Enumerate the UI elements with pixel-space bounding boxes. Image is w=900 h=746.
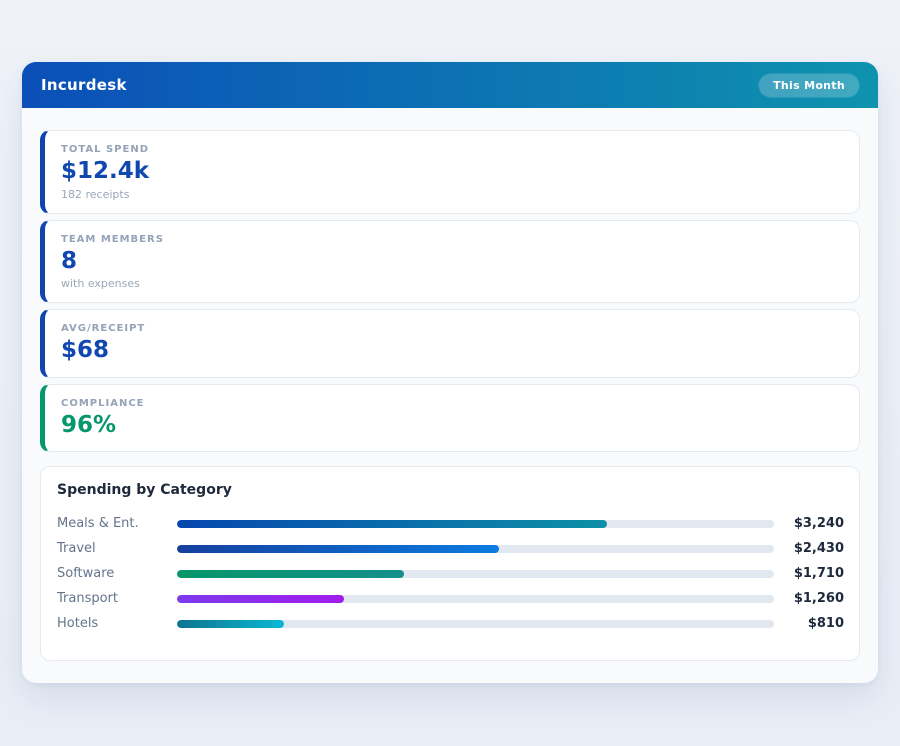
spending-by-category-card: Spending by Category Meals & Ent. $3,240…	[40, 466, 860, 661]
spending-card-title: Spending by Category	[57, 482, 844, 498]
category-row-travel: Travel $2,430	[57, 536, 844, 561]
app-header: Incurdesk This Month	[22, 62, 878, 108]
stat-value: 8	[61, 248, 843, 276]
stat-subtext: with expenses	[61, 277, 843, 290]
stat-card-team-members: TEAM MEMBERS 8 with expenses	[40, 220, 860, 304]
category-bar-fill	[177, 595, 344, 603]
category-row-hotels: Hotels $810	[57, 611, 844, 636]
category-value: $810	[774, 616, 844, 631]
category-label: Hotels	[57, 616, 177, 631]
stat-value: $68	[61, 337, 843, 365]
category-bar-track	[177, 520, 774, 528]
category-label: Transport	[57, 591, 177, 606]
category-bar-track	[177, 545, 774, 553]
category-row-software: Software $1,710	[57, 561, 844, 586]
stat-label: COMPLIANCE	[61, 398, 843, 409]
stat-label: TEAM MEMBERS	[61, 234, 843, 245]
app-title: Incurdesk	[41, 76, 127, 94]
category-label: Travel	[57, 541, 177, 556]
period-badge-button[interactable]: This Month	[759, 74, 859, 97]
category-value: $3,240	[774, 516, 844, 531]
category-value: $1,260	[774, 591, 844, 606]
dashboard-panel: Incurdesk This Month TOTAL SPEND $12.4k …	[22, 62, 878, 683]
stat-label: TOTAL SPEND	[61, 144, 843, 155]
category-bar-fill	[177, 620, 284, 628]
category-label: Software	[57, 566, 177, 581]
stat-subtext: 182 receipts	[61, 188, 843, 201]
category-bar-fill	[177, 570, 404, 578]
category-bar-fill	[177, 520, 607, 528]
category-bar-track	[177, 570, 774, 578]
category-row-transport: Transport $1,260	[57, 586, 844, 611]
stat-value: $12.4k	[61, 158, 843, 186]
category-row-meals: Meals & Ent. $3,240	[57, 511, 844, 536]
category-bar-track	[177, 595, 774, 603]
stat-value: 96%	[61, 412, 843, 440]
stat-label: AVG/RECEIPT	[61, 323, 843, 334]
category-label: Meals & Ent.	[57, 516, 177, 531]
category-bar-fill	[177, 545, 499, 553]
stat-card-compliance: COMPLIANCE 96%	[40, 384, 860, 453]
category-bar-track	[177, 620, 774, 628]
dashboard-content: TOTAL SPEND $12.4k 182 receipts TEAM MEM…	[22, 108, 878, 683]
category-value: $1,710	[774, 566, 844, 581]
stat-card-total-spend: TOTAL SPEND $12.4k 182 receipts	[40, 130, 860, 214]
stat-card-avg-receipt: AVG/RECEIPT $68	[40, 309, 860, 378]
category-value: $2,430	[774, 541, 844, 556]
